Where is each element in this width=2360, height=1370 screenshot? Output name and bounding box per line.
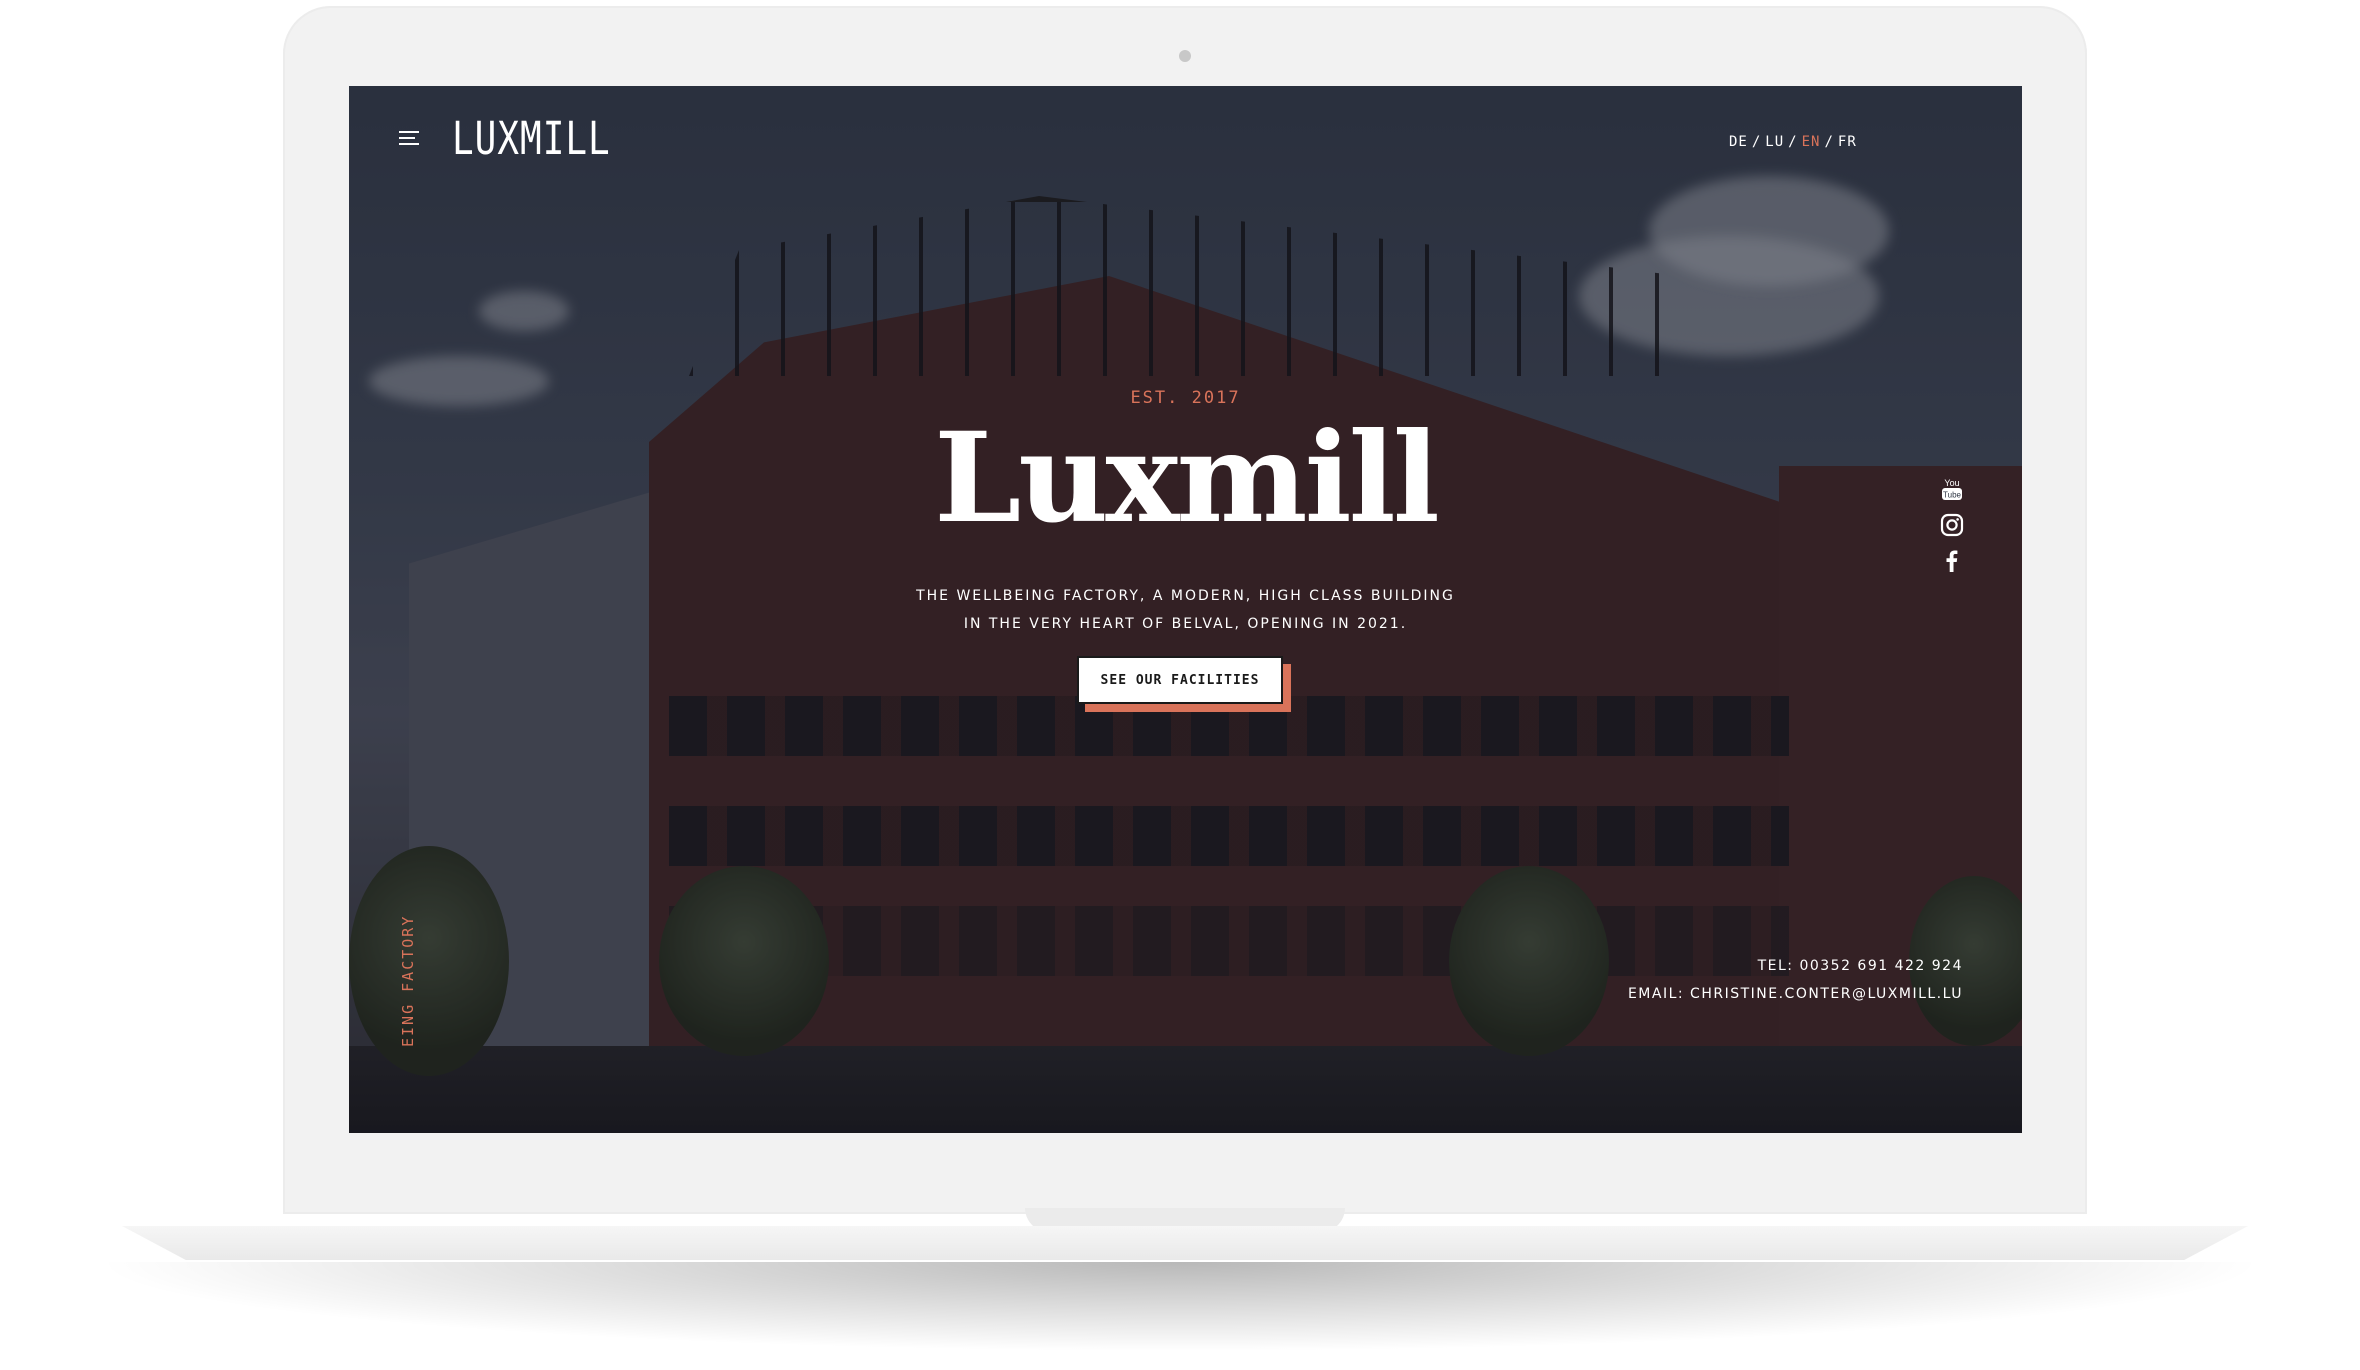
site-ui: LUXMILL DE / LU / EN / FR EST. 2017 Luxmill TH… <box>349 0 2022 1133</box>
svg-text:Tube: Tube <box>1943 491 1961 500</box>
hamburger-menu-icon[interactable] <box>399 131 419 147</box>
laptop-mockup: LUXMILL DE / LU / EN / FR EST. 2017 Luxmill TH… <box>0 0 2360 1370</box>
instagram-icon[interactable] <box>1939 512 1965 538</box>
hero-tagline: THE WELLBEING FACTORY, A MODERN, HIGH CL… <box>349 582 2022 638</box>
svg-text:You: You <box>1944 478 1959 488</box>
social-links: You Tube <box>1939 476 1967 584</box>
lang-de[interactable]: DE <box>1729 134 1748 150</box>
cta-container: SEE OUR FACILITIES <box>1077 656 1291 712</box>
tagline-line-1: THE WELLBEING FACTORY, A MODERN, HIGH CL… <box>916 588 1455 604</box>
youtube-icon[interactable]: You Tube <box>1939 476 1965 502</box>
lang-en[interactable]: EN <box>1802 134 1821 150</box>
hero-title: Luxmill <box>934 406 1440 551</box>
language-switcher: DE / LU / EN / FR <box>1729 134 1857 150</box>
lang-fr[interactable]: FR <box>1838 134 1857 150</box>
site-logo[interactable]: LUXMILL <box>452 114 611 165</box>
contact-info: TEL: 00352 691 422 924 EMAIL: CHRISTINE.… <box>1628 952 1963 1008</box>
tagline-line-2: IN THE VERY HEART OF BELVAL, OPENING IN … <box>963 616 1408 632</box>
contact-phone[interactable]: TEL: 00352 691 422 924 <box>1628 952 1963 980</box>
vertical-side-label: EING FACTORY <box>399 914 417 1047</box>
facebook-icon[interactable] <box>1939 548 1965 574</box>
laptop-shadow <box>90 1262 2270 1352</box>
contact-email[interactable]: EMAIL: CHRISTINE.CONTER@LUXMILL.LU <box>1628 980 1963 1008</box>
see-facilities-button[interactable]: SEE OUR FACILITIES <box>1077 656 1283 704</box>
lang-lu[interactable]: LU <box>1765 134 1784 150</box>
laptop-base <box>122 1226 2248 1260</box>
